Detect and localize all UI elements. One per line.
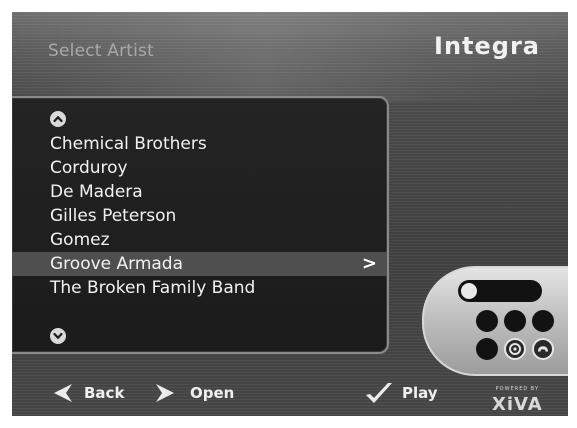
remote-button xyxy=(532,310,554,332)
remote-button xyxy=(476,310,498,332)
powered-by-label: POWERED BY xyxy=(495,386,540,392)
phone-icon xyxy=(532,338,554,360)
page-title: Select Artist xyxy=(48,41,154,61)
play-button[interactable]: Play xyxy=(362,380,438,406)
list-item-label: De Madera xyxy=(50,182,143,202)
remote-control-graphic xyxy=(422,266,568,376)
list-item[interactable]: Chemical Brothers xyxy=(12,132,387,156)
play-label: Play xyxy=(402,384,438,402)
list-item[interactable]: Corduroy xyxy=(12,156,387,180)
arrow-right-icon xyxy=(156,384,174,402)
artist-list: Chemical Brothers Corduroy De Madera Gil… xyxy=(12,96,389,354)
list-item-label: Gomez xyxy=(50,230,110,250)
screen: Select Artist Integra Chemical Brothers … xyxy=(12,12,568,416)
list-item-label: Gilles Peterson xyxy=(50,206,177,226)
list-item-label: Chemical Brothers xyxy=(50,134,207,154)
list-item[interactable]: Gomez xyxy=(12,228,387,252)
checkmark-icon xyxy=(366,383,392,403)
list-item[interactable]: Gilles Peterson xyxy=(12,204,387,228)
list-item-label: Groove Armada xyxy=(50,254,184,274)
back-button[interactable]: Back xyxy=(44,380,124,406)
selection-indicator-icon: > xyxy=(361,253,377,274)
list-item[interactable]: De Madera xyxy=(12,180,387,204)
remote-pill-button xyxy=(458,280,542,302)
remote-button xyxy=(476,338,498,360)
arrow-left-icon xyxy=(54,384,72,402)
remote-button xyxy=(504,310,526,332)
brand-logo: Integra xyxy=(434,32,540,60)
open-button[interactable]: Open xyxy=(150,380,234,406)
list-item-label: The Broken Family Band xyxy=(50,278,256,298)
disc-icon xyxy=(504,338,526,360)
list-item-label: Corduroy xyxy=(50,158,128,178)
chevron-down-icon[interactable] xyxy=(50,328,66,344)
open-label: Open xyxy=(190,384,235,402)
xiva-logo: POWERED BY XiVA xyxy=(492,386,543,415)
back-label: Back xyxy=(84,384,125,402)
chevron-up-icon[interactable] xyxy=(50,111,66,127)
list-item[interactable]: The Broken Family Band xyxy=(12,276,387,300)
xiva-wordmark: XiVA xyxy=(492,394,543,415)
list-item-selected[interactable]: Groove Armada > xyxy=(12,252,387,276)
